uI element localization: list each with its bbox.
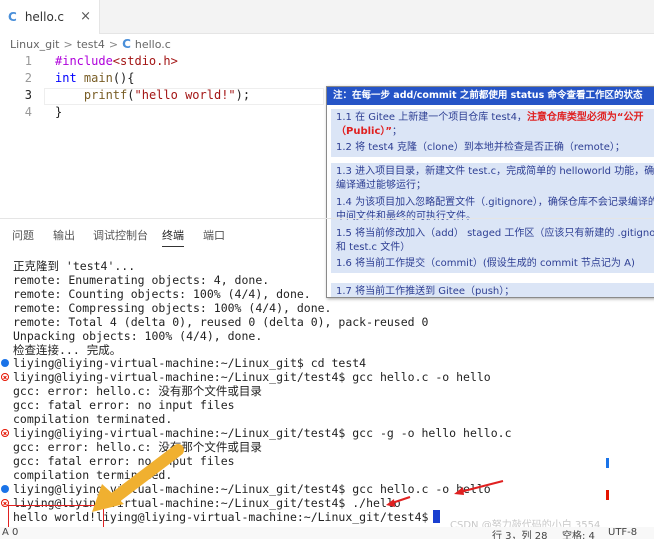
red-arrow-2-head xyxy=(386,499,395,507)
status-bar: A 0 行 3，列 28 空格: 4 UTF-8 xyxy=(0,527,654,539)
red-arrow-1 xyxy=(459,480,504,493)
status-cursor-position[interactable]: 行 3，列 28 xyxy=(492,527,547,539)
status-problems[interactable]: A 0 xyxy=(2,527,18,538)
red-arrow-2 xyxy=(391,496,411,504)
status-indentation[interactable]: 空格: 4 xyxy=(562,527,595,539)
annotation-arrows xyxy=(92,444,504,512)
scrollbar-marker xyxy=(606,458,609,468)
red-arrow-1-head xyxy=(454,487,464,495)
yellow-arrow-shaft xyxy=(106,444,184,506)
status-encoding[interactable]: UTF-8 xyxy=(608,527,637,538)
scrollbar-marker xyxy=(606,490,609,500)
